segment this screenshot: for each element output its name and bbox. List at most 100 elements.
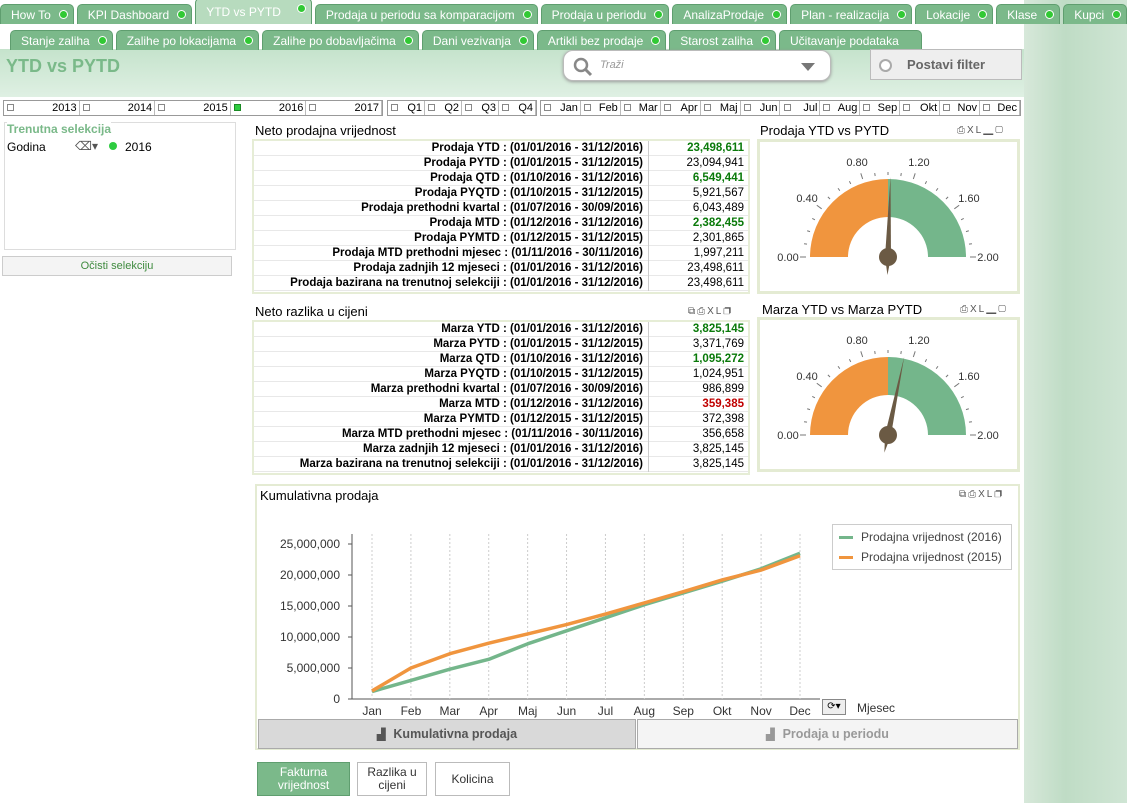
print-icon[interactable]: ⎙	[697, 306, 707, 317]
checkbox-icon	[428, 104, 435, 111]
listbox-item-mar[interactable]: Mar	[621, 101, 661, 115]
table-caption-icons[interactable]: ⧉⎙XL❐	[688, 306, 733, 317]
status-dot-icon	[897, 10, 907, 19]
table-row: Marza QTD : (01/10/2016 - 31/12/2016) 1,0…	[254, 352, 748, 367]
table-row: Marza PYTD : (01/01/2015 - 31/12/2015) 3,…	[254, 337, 748, 352]
tab-cumulative-sales[interactable]: ▟ Kumulativna prodaja	[258, 719, 636, 749]
listbox-item-2015[interactable]: 2015	[155, 101, 231, 115]
x-tick-label: Jan	[362, 704, 381, 718]
listbox-item-dec[interactable]: Dec	[980, 101, 1020, 115]
print-icon[interactable]: ⎙	[957, 125, 967, 136]
listbox-item-nov[interactable]: Nov	[940, 101, 981, 115]
gauge-caption-icons[interactable]: ⎙XL▁▢	[957, 125, 1005, 136]
chart-legend: Prodajna vrijednost (2016) Prodajna vrije…	[832, 524, 1012, 570]
checkbox-icon	[7, 104, 14, 111]
chevron-down-icon[interactable]	[800, 62, 816, 72]
checkbox-icon	[743, 104, 751, 111]
tab-kpi-dashboard[interactable]: KPI Dashboard	[76, 4, 193, 24]
row-value: 372,398	[648, 412, 746, 427]
tab-ytd-vs-pytd[interactable]: YTD vs PYTD	[195, 0, 312, 24]
minimize-icon[interactable]: ▁	[986, 304, 998, 315]
tab-prodaja-u-periodu-sa-komparacijom[interactable]: Prodaja u periodu sa komparacijom	[314, 4, 538, 24]
tab-analizaprodaje[interactable]: AnalizaProdaje	[672, 4, 788, 24]
clone-icon[interactable]: ⧉	[688, 306, 697, 317]
listbox-item-jan[interactable]: Jan	[541, 101, 581, 115]
gauge-tick-label: 2.00	[977, 252, 998, 264]
listbox-item-label: Mar	[638, 102, 658, 114]
search-box[interactable]: Traži	[563, 50, 831, 81]
gauge2-caption-icons[interactable]: ⎙XL▁▢	[960, 304, 1008, 315]
listbox-item-q1[interactable]: Q1	[388, 101, 425, 115]
gauge-sales-box: 0.00 0.40 0.80 1.20 1.60 2.00	[757, 139, 1020, 294]
listbox-item-label: Jun	[759, 102, 778, 114]
table-row: Marza zadnjih 12 mjeseci : (01/01/2016 -…	[254, 442, 748, 457]
listbox-item-jun[interactable]: Jun	[741, 101, 781, 115]
table-row: Marza YTD : (01/01/2016 - 31/12/2016) 3,8…	[254, 322, 748, 337]
row-label: Prodaja QTD : (01/10/2016 - 31/12/2016)	[430, 172, 643, 184]
price-difference-button[interactable]: Razlika u cijeni	[357, 762, 427, 796]
excel-icon[interactable]: XL	[707, 306, 723, 317]
excel-icon[interactable]: XL	[967, 125, 983, 136]
maximize-icon[interactable]: ▢	[995, 125, 1005, 136]
tab-u-itavanje-podataka[interactable]: Učitavanje podataka	[779, 30, 922, 50]
tab-prodaja-u-periodu[interactable]: Prodaja u periodu	[540, 4, 670, 24]
tab-artikli-bez-prodaje[interactable]: Artikli bez prodaje	[536, 30, 667, 50]
maximize-icon[interactable]: ▢	[998, 304, 1008, 315]
row-label: Prodaja MTD prethodni mjesec : (01/11/20…	[332, 247, 643, 259]
listbox-item-q3[interactable]: Q3	[462, 101, 499, 115]
cycle-dimension-icon[interactable]: ⟳▾	[822, 699, 846, 715]
copy-icon[interactable]: ❐	[723, 306, 733, 317]
gauge-tick-label: 1.20	[908, 157, 929, 169]
tab-how-to[interactable]: How To	[0, 4, 74, 24]
listbox-item-aug[interactable]: Aug	[820, 101, 861, 115]
print-icon[interactable]: ⎙	[960, 304, 970, 315]
tab-dani-vezivanja[interactable]: Dani vezivanja	[421, 30, 534, 50]
listbox-item-q4[interactable]: Q4	[499, 101, 536, 115]
gauge-tick-label: 0.00	[777, 252, 798, 264]
gauge-tick	[954, 382, 960, 388]
listbox-item-2017[interactable]: 2017	[306, 101, 382, 115]
sales-kpi-table: Prodaja YTD : (01/01/2016 - 31/12/2016) 2…	[252, 139, 750, 294]
bar-chart-icon: ▟	[766, 729, 775, 741]
tab-kupci[interactable]: Kupci	[1063, 4, 1127, 24]
tab-lokacije[interactable]: Lokacije	[915, 4, 994, 24]
tab-zalihe-po-dobavlja-ima[interactable]: Zalihe po dobavljačima	[262, 30, 419, 50]
eraser-icon[interactable]: ⌫▾	[75, 139, 98, 153]
listbox-item-2013[interactable]: 2013	[4, 101, 80, 115]
listbox-item-sep[interactable]: Sep	[860, 101, 901, 115]
listbox-item-apr[interactable]: Apr	[661, 101, 701, 115]
gauge-tick-label: 1.20	[908, 335, 929, 347]
y-tick-label: 15,000,000	[280, 599, 340, 613]
listbox-item-okt[interactable]: Okt	[900, 101, 941, 115]
excel-icon[interactable]: XL	[970, 304, 986, 315]
listbox-item-jul[interactable]: Jul	[781, 101, 821, 115]
tab-label: Dani vezivanja	[432, 34, 511, 48]
row-label: Prodaja YTD : (01/01/2016 - 31/12/2016)	[431, 142, 643, 154]
current-selection-title: Trenutna selekcija	[7, 122, 112, 136]
table-row: Marza prethodni kvartal : (01/07/2016 - …	[254, 382, 748, 397]
tab-plan-realizacija[interactable]: Plan - realizacija	[790, 4, 913, 24]
minimize-icon[interactable]: ▁	[983, 125, 995, 136]
listbox-item-feb[interactable]: Feb	[581, 101, 621, 115]
listbox-item-2016[interactable]: 2016	[230, 101, 307, 115]
clear-selection-button[interactable]: Očisti selekciju	[2, 256, 232, 276]
quantity-button[interactable]: Kolicina	[435, 762, 510, 796]
tab-stanje-zaliha[interactable]: Stanje zaliha	[10, 30, 113, 50]
listbox-item-2014[interactable]: 2014	[80, 101, 156, 115]
tab-period-sales[interactable]: ▟ Prodaja u periodu	[637, 719, 1018, 749]
listbox-item-maj[interactable]: Maj	[701, 101, 741, 115]
tab-klase[interactable]: Klase	[996, 4, 1061, 24]
gauge-tick-label: 0.80	[846, 157, 867, 169]
invoice-value-button[interactable]: Fakturna vrijednost	[257, 762, 350, 796]
search-icon	[573, 57, 593, 77]
tab-starost-zaliha[interactable]: Starost zaliha	[669, 30, 776, 50]
listbox-item-q2[interactable]: Q2	[425, 101, 462, 115]
set-filter-button[interactable]: Postavi filter	[870, 49, 1022, 80]
checkbox-icon	[623, 104, 631, 111]
tab-label: Stanje zaliha	[21, 34, 90, 48]
checkbox-icon	[983, 104, 991, 111]
checkbox-icon	[309, 104, 317, 111]
gauge-tick	[912, 351, 916, 358]
gauge-margin-title: Marza YTD vs Marza PYTD	[762, 302, 923, 317]
tab-zalihe-po-lokacijama[interactable]: Zalihe po lokacijama	[115, 30, 260, 50]
